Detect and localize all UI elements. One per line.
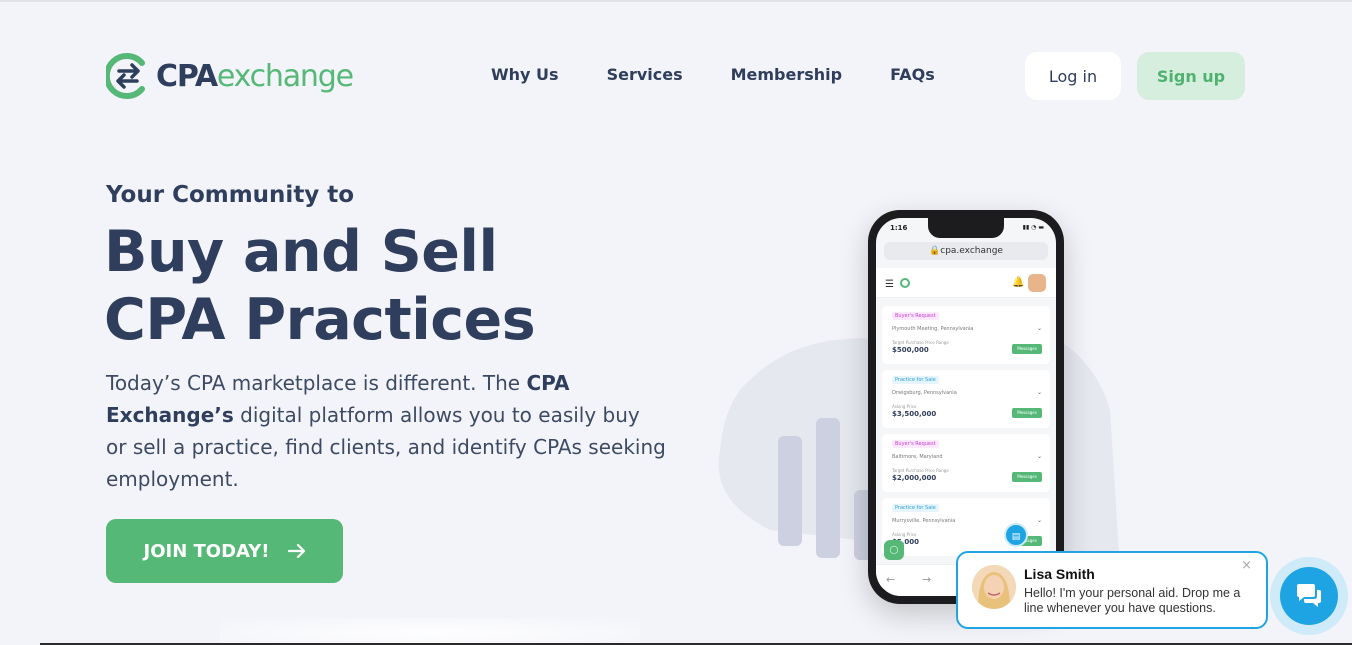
- messages-button: Messages: [1012, 344, 1042, 354]
- close-icon[interactable]: ×: [1241, 558, 1252, 573]
- chat-icon: [1297, 584, 1321, 607]
- signup-button[interactable]: Sign up: [1137, 52, 1245, 100]
- nav-why-us[interactable]: Why Us: [491, 65, 559, 84]
- hero-description: Today’s CPA marketplace is different. Th…: [106, 367, 666, 495]
- listing-label: Asking Price: [892, 532, 917, 537]
- phone-time: 1:16: [890, 224, 908, 232]
- chevron-down-icon: ⌄: [1036, 389, 1042, 396]
- bottom-glow: [220, 618, 640, 645]
- desc-text-1: Today’s CPA marketplace is different. Th…: [106, 371, 527, 395]
- hero-headline: Buy and Sell CPA Practices: [104, 218, 536, 354]
- back-arrow-icon: ←: [886, 573, 896, 586]
- chat-launcher-button[interactable]: [1280, 567, 1338, 625]
- phone-url: cpa.exchange: [940, 246, 1003, 256]
- chat-popup[interactable]: Lisa Smith Hello! I'm your personal aid.…: [956, 551, 1268, 629]
- nav-faqs[interactable]: FAQs: [890, 65, 935, 84]
- listing-label: Target Purchase Price Range: [892, 340, 949, 345]
- chevron-down-icon: ⌄: [1036, 453, 1042, 460]
- hamburger-icon: ☰: [885, 279, 894, 290]
- forward-arrow-icon: →: [922, 573, 932, 586]
- messages-button: Messages: [1012, 408, 1042, 418]
- note-icon: ▤: [1004, 523, 1028, 547]
- listing-tag: Practice for Sale: [892, 376, 939, 384]
- listing-location: Murrysville, Pennsylvania: [892, 518, 956, 524]
- phone-url-bar: 🔒cpa.exchange: [884, 242, 1048, 260]
- listing-tag: Practice for Sale: [892, 504, 939, 512]
- logo-exchange-text: exchange: [216, 58, 354, 94]
- listing-label: Target Purchase Price Range: [892, 468, 949, 473]
- login-button[interactable]: Log in: [1025, 52, 1121, 100]
- arrow-right-icon: [287, 543, 305, 559]
- phone-mockup: 1:16 ▮▮ ◔ ▬ 🔒cpa.exchange ☰ 🔔 Buyer's Re…: [868, 210, 1064, 604]
- listing-tag: Buyer's Request: [892, 440, 939, 448]
- listing-amount: $3,500,000: [892, 410, 937, 418]
- hero-eyebrow: Your Community to: [106, 182, 355, 208]
- messages-button: Messages: [1012, 472, 1042, 482]
- join-today-button[interactable]: JOIN TODAY!: [106, 519, 343, 583]
- logo-mark-icon: [106, 53, 145, 99]
- chat-message: Hello! I'm your personal aid. Drop me a …: [1024, 586, 1241, 615]
- bell-icon: 🔔: [1012, 277, 1025, 288]
- phone-avatar: [1028, 274, 1046, 292]
- listing-location: Plymouth Meeting, Pennsylvania: [892, 326, 974, 332]
- signal-icon: ▮▮ ◔ ▬: [1022, 224, 1044, 231]
- logo-wordmark: CPAexchange: [156, 58, 354, 94]
- listing-card: Practice for Sale Orwigsburg, Pennsylvan…: [882, 370, 1050, 428]
- listing-location: Baltimore, Maryland: [892, 454, 943, 460]
- listing-tag: Buyer's Request: [892, 312, 939, 320]
- listing-amount: $500,000: [892, 346, 929, 354]
- chevron-down-icon: ⌄: [1036, 517, 1042, 524]
- cpa-exchange-logo[interactable]: CPAexchange: [106, 50, 354, 102]
- top-border: [0, 0, 1352, 2]
- nav-services[interactable]: Services: [607, 65, 683, 84]
- listing-card: Buyer's Request Plymouth Meeting, Pennsy…: [882, 306, 1050, 364]
- chat-bubble-icon: ◯: [884, 540, 904, 560]
- headline-line-2: CPA Practices: [104, 287, 536, 353]
- phone-notch: [928, 218, 1004, 238]
- main-nav: Why Us Services Membership FAQs: [491, 65, 983, 84]
- listing-card: Buyer's Request Baltimore, Maryland ⌄ Ta…: [882, 434, 1050, 492]
- phone-screen: 1:16 ▮▮ ◔ ▬ 🔒cpa.exchange ☰ 🔔 Buyer's Re…: [876, 218, 1056, 596]
- chevron-down-icon: ⌄: [1036, 325, 1042, 332]
- chat-agent-name: Lisa Smith: [1024, 566, 1095, 582]
- agent-portrait-icon: [972, 565, 1016, 609]
- listing-amount: $2,000,000: [892, 474, 937, 482]
- mini-logo-icon: [900, 278, 910, 288]
- chat-agent-avatar: [972, 565, 1016, 609]
- listing-location: Orwigsburg, Pennsylvania: [892, 390, 957, 396]
- listing-label: Asking Price: [892, 404, 917, 409]
- nav-membership[interactable]: Membership: [731, 65, 843, 84]
- headline-line-1: Buy and Sell: [104, 219, 498, 285]
- phone-app-bar: ☰ 🔔: [876, 268, 1056, 298]
- logo-cpa-text: CPA: [156, 58, 218, 94]
- join-today-label: JOIN TODAY!: [143, 540, 270, 562]
